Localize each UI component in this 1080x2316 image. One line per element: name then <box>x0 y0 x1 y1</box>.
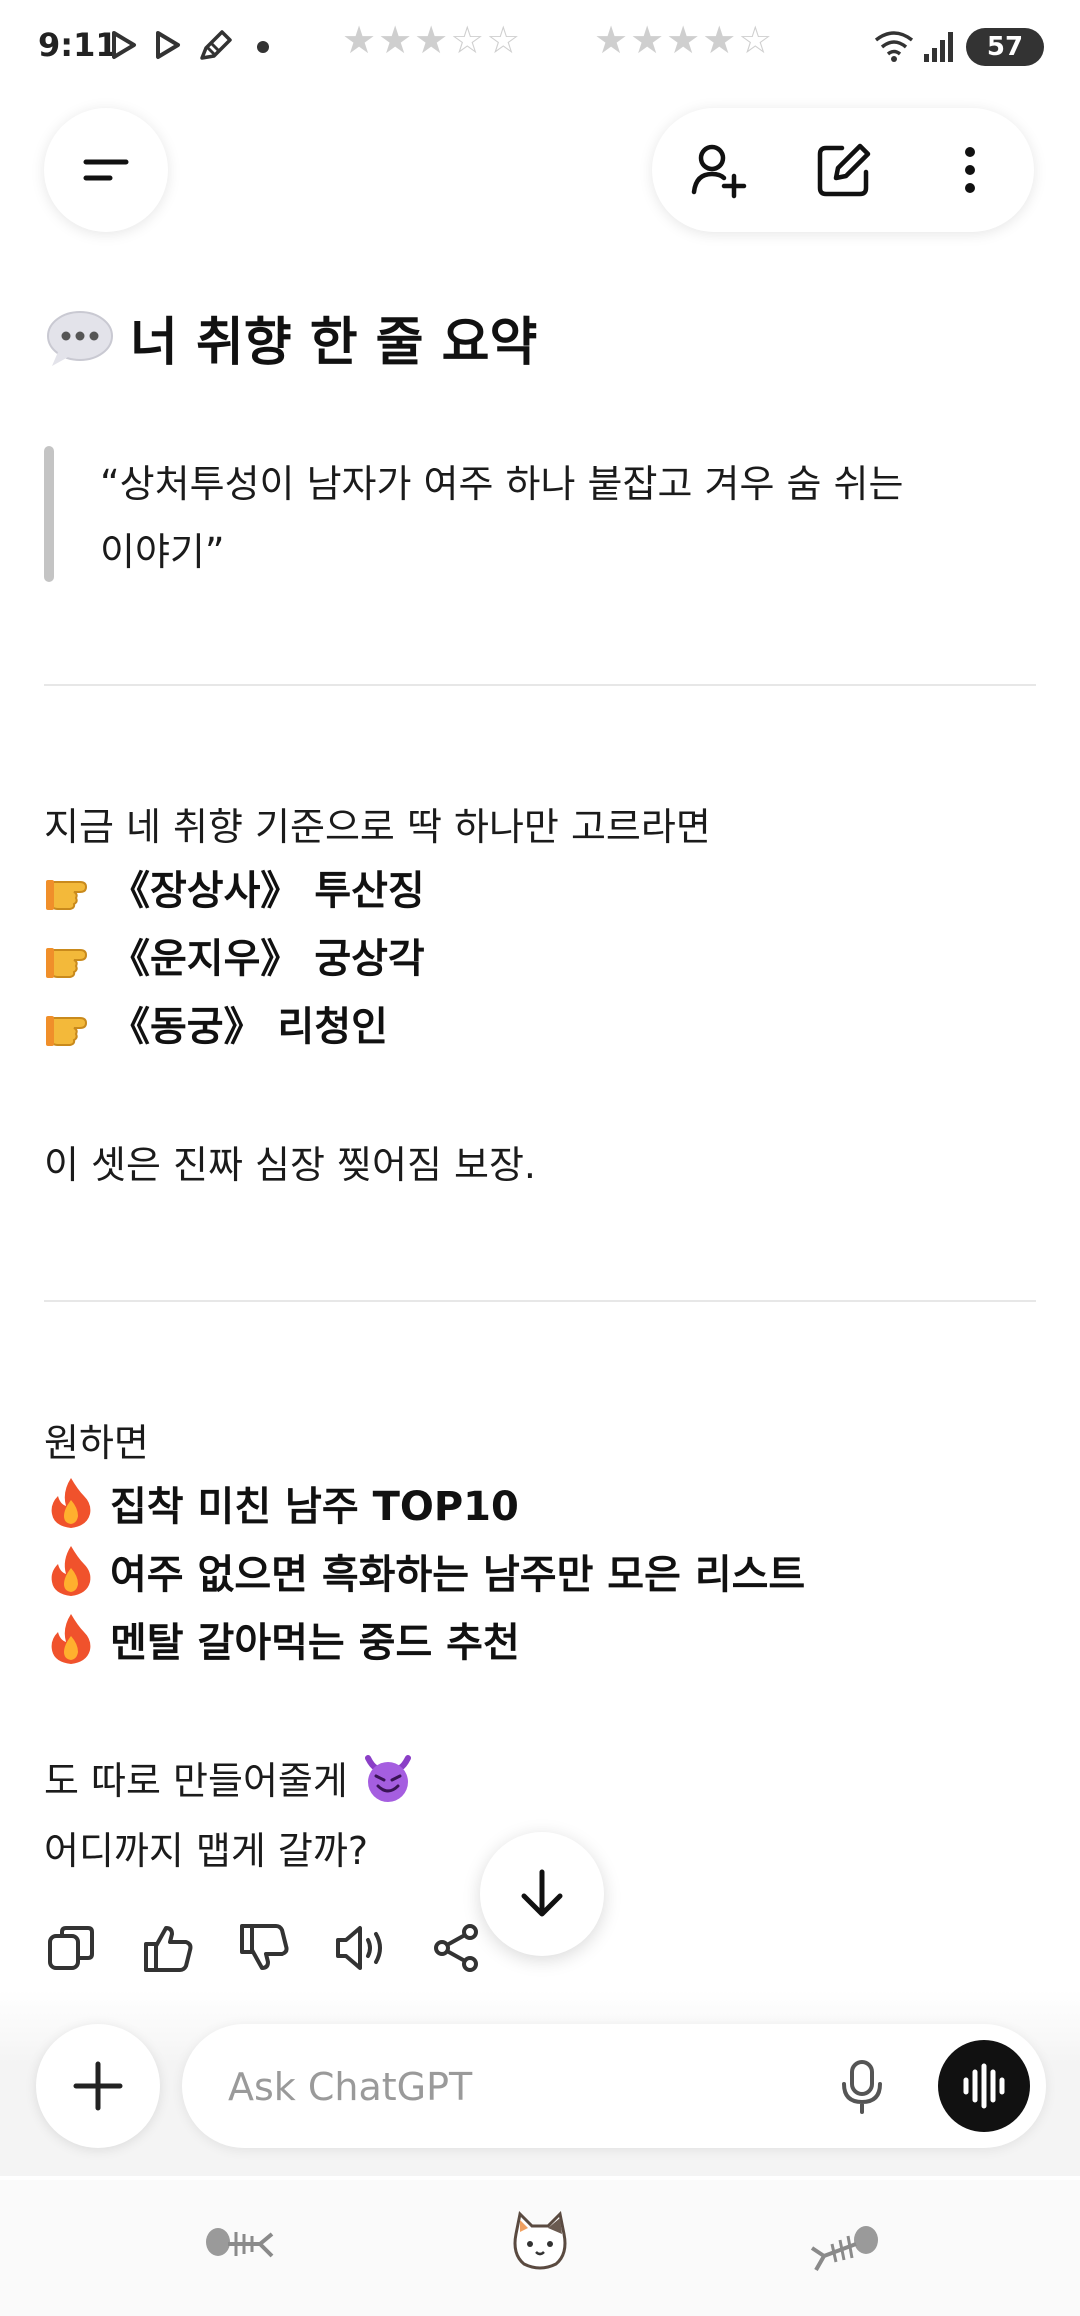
list-item-text: 《운지우》 궁상각 <box>110 936 425 982</box>
quote-line: 이야기” <box>100 530 225 574</box>
bottom-navigation <box>0 2180 1080 2316</box>
list-item-text: 집착 미친 남주 TOP10 <box>110 1484 519 1530</box>
list-item: 집착 미친 남주 TOP10 <box>44 1474 519 1532</box>
more-vertical-icon <box>965 147 975 193</box>
status-bar: 9:11 ★★★☆☆ ★★★★☆ 57 <box>0 0 1080 92</box>
list-item-text: 여주 없으면 흑화하는 남주만 모은 리스트 <box>110 1552 806 1598</box>
message-composer <box>182 2024 1046 2150</box>
quote-line: “상처투성이 남자가 여주 하나 붙잡고 겨우 숨 쉬는 <box>100 462 904 506</box>
list-item-text: 멘탈 갈아먹는 중드 추천 <box>110 1620 520 1666</box>
add-person-button[interactable] <box>686 138 750 202</box>
closing-text: 도 따로 만들어줄게 <box>44 1759 348 1803</box>
list-item: 멘탈 갈아먹는 중드 추천 <box>44 1610 520 1668</box>
heading-text: 너 취향 한 줄 요약 <box>130 313 538 373</box>
list-item: 《동궁》 리청인 <box>44 994 388 1052</box>
smiling-devil-icon <box>364 1754 411 1802</box>
list-item-text: 《동궁》 리청인 <box>110 1004 388 1050</box>
play-icon <box>156 31 180 59</box>
thumbs-up-icon[interactable] <box>140 1920 196 1976</box>
message-input[interactable] <box>226 2024 790 2150</box>
menu-button[interactable] <box>44 108 168 232</box>
message-actions <box>44 1920 524 1976</box>
share-icon[interactable] <box>428 1920 484 1976</box>
blockquote: “상처투성이 남자가 여주 하나 붙잡고 겨우 숨 쉬는 이야기” <box>100 450 920 586</box>
more-options-button[interactable] <box>938 138 1002 202</box>
picks-note: 이 셋은 진짜 심장 찢어짐 보장. <box>44 1143 536 1187</box>
blockquote-bar <box>44 446 54 582</box>
fire-icon <box>51 1546 91 1596</box>
pointing-hand-icon <box>46 1016 88 1046</box>
read-aloud-icon[interactable] <box>332 1920 388 1976</box>
picks-intro: 지금 네 취향 기준으로 딱 하나만 고르라면 <box>44 805 711 849</box>
arrow-down-icon <box>521 1869 563 1917</box>
play-icon <box>112 31 136 59</box>
battery-level: 57 <box>986 32 1024 62</box>
closing-line: 도 따로 만들어줄게 <box>44 1750 414 1805</box>
menu-icon <box>83 159 129 181</box>
signal-icon <box>924 32 953 62</box>
offer-intro: 원하면 <box>44 1421 149 1465</box>
add-person-icon <box>691 144 747 199</box>
voice-wave-icon <box>963 2063 1005 2109</box>
new-chat-button[interactable] <box>812 138 876 202</box>
dot-icon <box>257 41 269 53</box>
pointing-hand-icon <box>46 948 88 978</box>
closing-question: 어디까지 맵게 갈까? <box>44 1829 369 1873</box>
list-item-text: 《장상사》 투산징 <box>110 868 425 914</box>
top-actions-pill <box>652 108 1034 232</box>
ghost-rating-stars: ★★★★☆ <box>594 18 775 62</box>
speech-bubble-icon <box>47 310 113 366</box>
voice-mode-button[interactable] <box>938 2040 1030 2132</box>
add-attachment-button[interactable] <box>36 2024 160 2148</box>
copy-icon[interactable] <box>44 1920 100 1976</box>
ghost-rating-stars: ★★★☆☆ <box>342 18 523 62</box>
divider <box>44 1300 1036 1302</box>
edit-icon <box>817 143 871 197</box>
fire-icon <box>51 1478 91 1528</box>
battery-icon: 57 <box>966 28 1044 66</box>
list-item: 여주 없으면 흑화하는 남주만 모은 리스트 <box>44 1542 805 1600</box>
thumbs-down-icon[interactable] <box>236 1920 292 1976</box>
list-item: 《장상사》 투산징 <box>44 858 425 916</box>
fire-icon <box>51 1614 91 1664</box>
plus-icon <box>73 2061 123 2111</box>
scroll-to-bottom-button[interactable] <box>480 1832 604 1956</box>
wifi-icon <box>874 31 914 62</box>
pencil-icon <box>200 30 232 60</box>
microphone-icon[interactable] <box>832 2056 892 2116</box>
list-item: 《운지우》 궁상각 <box>44 926 425 984</box>
cat-icon[interactable] <box>508 2210 572 2274</box>
pointing-hand-icon <box>46 880 88 910</box>
divider <box>44 684 1036 686</box>
fish-bone-icon[interactable] <box>204 2218 274 2274</box>
section-heading: 너 취향 한 줄 요약 <box>44 300 537 375</box>
fish-bone-icon[interactable] <box>810 2218 880 2274</box>
